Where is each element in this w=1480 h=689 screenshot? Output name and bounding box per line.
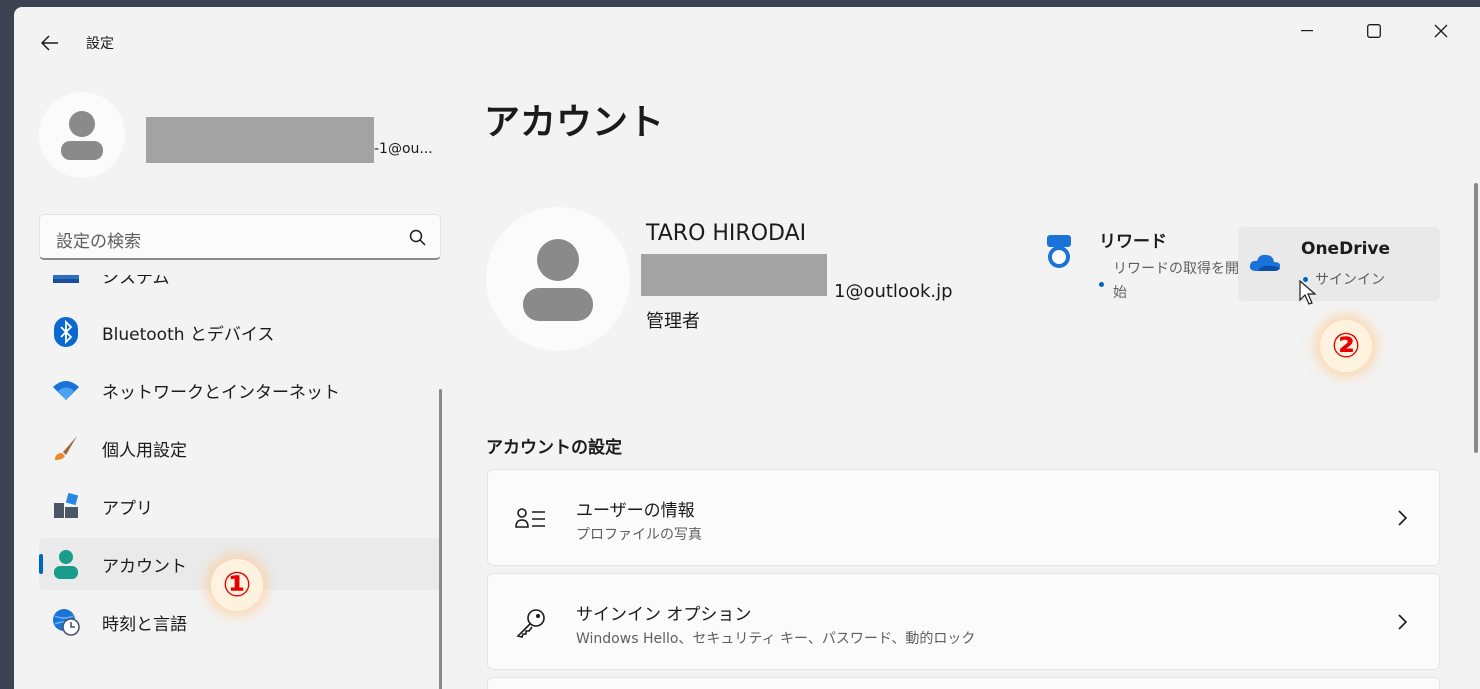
search-placeholder: 設定の検索: [56, 232, 141, 252]
sidebar-email: -1@ou...: [374, 141, 433, 157]
onedrive-cloud-icon: [1249, 254, 1281, 271]
rewards-subtitle: リワードの取得を開始: [1113, 261, 1239, 301]
sidebar-item-label: 時刻と言語: [102, 614, 187, 635]
chevron-right-icon: [1398, 614, 1408, 630]
mouse-cursor-icon: [1299, 280, 1317, 305]
rewards-title: リワード: [1099, 232, 1167, 252]
sidebar-item-system[interactable]: システム: [39, 275, 441, 301]
rewards-medal-icon: [1047, 235, 1071, 268]
profile-avatar: [486, 207, 630, 351]
sidebar-item-label: ネットワークとインターネット: [102, 382, 340, 403]
account-icon: [51, 549, 81, 579]
card-title: ユーザーの情報: [576, 501, 695, 521]
sidebar-avatar: [39, 92, 125, 178]
annotation-marker-2: ②: [1320, 320, 1372, 372]
brush-icon: [51, 433, 81, 463]
back-arrow-icon: [41, 35, 58, 51]
system-icon: [51, 275, 81, 290]
active-indicator: [39, 554, 43, 574]
page-title: アカウント: [484, 102, 665, 143]
search-icon: [409, 229, 426, 246]
minimize-icon: [1301, 30, 1313, 32]
sign-in-options-card[interactable]: サインイン オプション Windows Hello、セキュリティ キー、パスワー…: [487, 573, 1440, 670]
sidebar-item-apps[interactable]: アプリ: [39, 480, 441, 532]
redacted-name: [146, 117, 374, 163]
person-icon: [523, 239, 593, 321]
sidebar-scrollbar[interactable]: [439, 389, 442, 689]
onedrive-title: OneDrive: [1301, 239, 1391, 259]
section-title: アカウントの設定: [486, 438, 622, 458]
onedrive-subtitle: サインイン: [1315, 272, 1385, 288]
apps-icon: [51, 491, 81, 521]
title-bar: 設定: [14, 7, 1480, 69]
back-button[interactable]: [34, 27, 66, 59]
onedrive-card[interactable]: OneDrive サインイン: [1238, 227, 1440, 301]
sidebar-item-label: アカウント: [102, 556, 187, 577]
close-button[interactable]: [1418, 15, 1464, 47]
minimize-button[interactable]: [1284, 15, 1330, 47]
card-subtitle: プロファイルの写真: [576, 527, 702, 543]
rewards-link[interactable]: リワード リワードの取得を開始: [1039, 225, 1244, 311]
user-name: TARO HIRODAI: [646, 221, 807, 246]
rewards-status-dot: [1099, 282, 1104, 287]
user-info-card[interactable]: ユーザーの情報 プロファイルの写真: [487, 469, 1440, 566]
maximize-button[interactable]: [1351, 15, 1397, 47]
person-icon: [61, 111, 103, 160]
settings-window: 設定 -1@ou... 設定の検索 システム Bluetooth とデバイス ネ…: [14, 7, 1480, 689]
annotation-marker-1: ①: [211, 559, 263, 611]
clock-globe-icon: [51, 607, 81, 637]
sidebar-item-label: システム: [102, 275, 170, 288]
bluetooth-icon: [51, 317, 81, 347]
main-scrollbar[interactable]: [1474, 183, 1478, 453]
user-role: 管理者: [646, 311, 700, 332]
key-icon: [514, 606, 548, 640]
maximize-icon: [1367, 24, 1381, 38]
card-subtitle: Windows Hello、セキュリティ キー、パスワード、動的ロック: [576, 631, 976, 647]
sidebar-item-label: アプリ: [102, 498, 153, 519]
card-title: サインイン オプション: [576, 605, 752, 625]
sidebar-item-label: Bluetooth とデバイス: [102, 324, 275, 345]
app-title: 設定: [86, 36, 114, 52]
user-email: 1@outlook.jp: [834, 281, 953, 302]
user-info-icon: [514, 502, 548, 536]
sidebar-item-bluetooth[interactable]: Bluetooth とデバイス: [39, 306, 441, 358]
sidebar-item-personalization[interactable]: 個人用設定: [39, 422, 441, 474]
chevron-right-icon: [1398, 510, 1408, 526]
close-icon: [1434, 24, 1448, 38]
sidebar-item-network[interactable]: ネットワークとインターネット: [39, 364, 441, 416]
sidebar-item-label: 個人用設定: [102, 440, 187, 461]
search-input[interactable]: 設定の検索: [39, 214, 441, 260]
redacted-email: [641, 254, 827, 296]
sidebar-nav: システム Bluetooth とデバイス ネットワークとインターネット 個人用設…: [39, 275, 441, 689]
next-settings-card[interactable]: [487, 677, 1440, 689]
wifi-icon: [51, 375, 81, 405]
